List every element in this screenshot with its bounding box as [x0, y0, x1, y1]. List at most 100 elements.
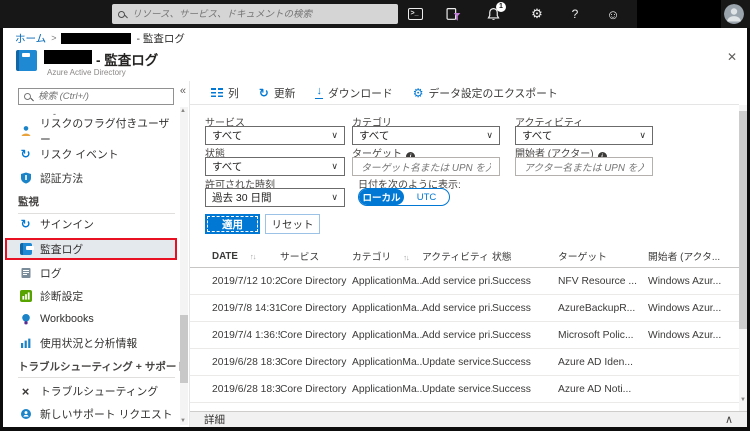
activity-filter-dropdown[interactable]: すべて ∨: [515, 126, 653, 145]
service-filter-value: すべて: [212, 130, 243, 142]
cell-category: ApplicationMa...: [352, 275, 422, 287]
sidebar-item-auth-methods[interactable]: 認証方法: [5, 167, 177, 189]
azure-portal-window: >_ 1 ⚙ ? ☺: [0, 0, 750, 431]
sidebar-item-diagnostic-settings[interactable]: 診断設定: [5, 285, 177, 307]
bar-chart-icon: [19, 337, 32, 350]
reset-button[interactable]: リセット: [265, 214, 320, 234]
sort-icon: ↑↓: [403, 253, 409, 262]
global-search[interactable]: [112, 4, 398, 24]
refresh-icon: ↻: [258, 85, 269, 100]
activity-filter-value: すべて: [522, 130, 553, 142]
column-header-category[interactable]: カテゴリ ↑↓: [352, 249, 422, 263]
cell-category: ApplicationMa...: [352, 356, 422, 368]
cell-date: 2019/7/4 1:36:58: [212, 329, 280, 341]
table-row[interactable]: 2019/7/8 14:31... Core Directory Applica…: [190, 295, 739, 322]
breadcrumb-home-link[interactable]: ホーム: [15, 31, 46, 46]
cell-date: 2019/7/12 10:2...: [212, 275, 280, 287]
sidebar-section-monitoring: 監視: [18, 195, 39, 208]
date-range-dropdown[interactable]: 過去 30 日間 ∨: [205, 188, 345, 207]
toggle-utc[interactable]: UTC: [404, 189, 449, 205]
status-filter-dropdown[interactable]: すべて ∨: [205, 157, 345, 176]
column-header-status[interactable]: 状態: [492, 249, 558, 263]
main-scrollbar-thumb[interactable]: [739, 111, 747, 329]
column-header-initiator[interactable]: 開始者 (アクタ...: [648, 249, 739, 263]
scroll-down-icon[interactable]: ▼: [179, 417, 187, 425]
initiator-filter-input[interactable]: [522, 160, 646, 177]
sidebar-item-label: 診断設定: [40, 291, 84, 303]
sidebar-search[interactable]: [18, 88, 174, 105]
export-data-settings-button[interactable]: ⚙ データ設定のエクスポート: [413, 85, 558, 101]
redacted-directory-name: [61, 32, 132, 44]
date-display-toggle: ローカル UTC: [358, 188, 450, 206]
close-icon[interactable]: ✕: [727, 50, 737, 64]
scroll-down-icon[interactable]: ▼: [739, 395, 747, 405]
service-filter-dropdown[interactable]: すべて ∨: [205, 126, 345, 145]
chevron-down-icon: ∨: [639, 130, 646, 140]
sidebar-item-risk-events[interactable]: ↻ リスク イベント: [5, 143, 177, 165]
target-filter-input[interactable]: [359, 160, 493, 177]
table-row[interactable]: 2019/7/12 10:2... Core Directory Applica…: [190, 268, 739, 295]
column-header-date[interactable]: DATE ↑↓: [212, 251, 280, 262]
sidebar-item-label: 認証方法: [40, 173, 84, 185]
sidebar-item-audit-logs[interactable]: 監査ログ: [5, 238, 177, 260]
cell-service: Core Directory: [280, 302, 347, 314]
column-header-activity[interactable]: アクティビティ↑↓: [422, 249, 492, 263]
table-header: DATE ↑↓ サービス カテゴリ ↑↓ アクティビティ↑↓ 状態 ターゲット 開始…: [190, 245, 739, 267]
columns-button[interactable]: 列: [211, 85, 239, 101]
toggle-local[interactable]: ローカル: [359, 189, 404, 205]
redacted-tenant-name: [44, 50, 92, 64]
settings-button[interactable]: ⚙: [524, 0, 550, 28]
apply-button[interactable]: 適用: [205, 214, 260, 234]
table-row[interactable]: 2019/6/28 18:3... Core Directory Applica…: [190, 349, 739, 376]
cloud-shell-button[interactable]: >_: [402, 0, 428, 28]
column-header-label: ターゲット: [558, 252, 607, 263]
table-row[interactable]: 2019/6/28 18:3... Core Directory Applica…: [190, 403, 739, 412]
audit-logs-icon: [19, 243, 34, 256]
sidebar-search-input[interactable]: [36, 90, 168, 103]
cell-service: Core Directory: [280, 356, 347, 368]
sidebar-scrollbar-thumb[interactable]: [180, 315, 188, 383]
page-header: - 監査ログ Azure Active Directory ✕: [3, 48, 747, 81]
column-header-target[interactable]: ターゲット: [558, 249, 648, 263]
chevron-down-icon: ∨: [331, 192, 338, 202]
cell-date: 2019/7/8 14:31...: [212, 302, 280, 314]
notifications-button[interactable]: 1: [480, 0, 506, 28]
sidebar-item-usage-insights[interactable]: 使用状況と分析情報: [5, 332, 177, 354]
directory-filter-button[interactable]: [440, 0, 466, 28]
directory-filter-icon: [445, 7, 460, 21]
avatar[interactable]: [724, 4, 744, 24]
details-bar[interactable]: 詳細 ∧: [190, 411, 747, 427]
feedback-button[interactable]: ☺: [600, 0, 626, 28]
cell-category: ApplicationMa...: [352, 329, 422, 341]
refresh-button[interactable]: ↻ 更新: [259, 85, 296, 101]
columns-icon: [211, 88, 223, 97]
category-filter-dropdown[interactable]: すべて ∨: [352, 126, 500, 145]
chevron-up-icon[interactable]: ∧: [725, 413, 733, 426]
gear-icon: ⚙: [531, 6, 543, 21]
breadcrumb-separator-icon: >: [51, 33, 57, 43]
command-bar: 列 ↻ 更新 ↓ ダウンロード ⚙ データ設定のエクスポート: [190, 81, 747, 104]
sidebar-item-logs[interactable]: ログ: [5, 262, 177, 284]
table-row[interactable]: 2019/7/4 1:36:58 Core Directory Applicat…: [190, 322, 739, 349]
table-row[interactable]: 2019/6/28 18:3... Core Directory Applica…: [190, 376, 739, 403]
sidebar-item-risky-users[interactable]: リスクのフラグ付きユーザー: [5, 118, 177, 146]
logs-icon: [19, 267, 32, 280]
sidebar-item-label: サインイン: [40, 219, 94, 231]
sidebar-item-new-support-request[interactable]: 新しいサポート リクエスト: [5, 403, 177, 425]
download-button[interactable]: ↓ ダウンロード: [315, 85, 393, 101]
collapse-menu-icon[interactable]: «: [180, 85, 186, 97]
column-header-label: DATE: [212, 250, 238, 262]
help-button[interactable]: ?: [562, 0, 588, 28]
sidebar-item-sign-ins[interactable]: ↻ サインイン: [5, 213, 177, 235]
main-pane: 列 ↻ 更新 ↓ ダウンロード ⚙ データ設定のエクスポート サービス すべて …: [190, 81, 747, 427]
column-header-service[interactable]: サービス: [280, 249, 352, 263]
cell-activity: Update service...: [422, 356, 492, 368]
scroll-up-icon[interactable]: ▲: [179, 107, 187, 115]
global-search-input[interactable]: [130, 7, 392, 21]
sidebar-item-workbooks[interactable]: Workbooks: [5, 308, 177, 330]
window-border: [0, 28, 3, 431]
sidebar-item-troubleshoot[interactable]: × トラブルシューティング: [5, 380, 177, 402]
cell-service: Core Directory: [280, 329, 347, 341]
cell-service: Core Directory: [280, 383, 347, 395]
target-filter-input-wrap: [352, 157, 500, 177]
